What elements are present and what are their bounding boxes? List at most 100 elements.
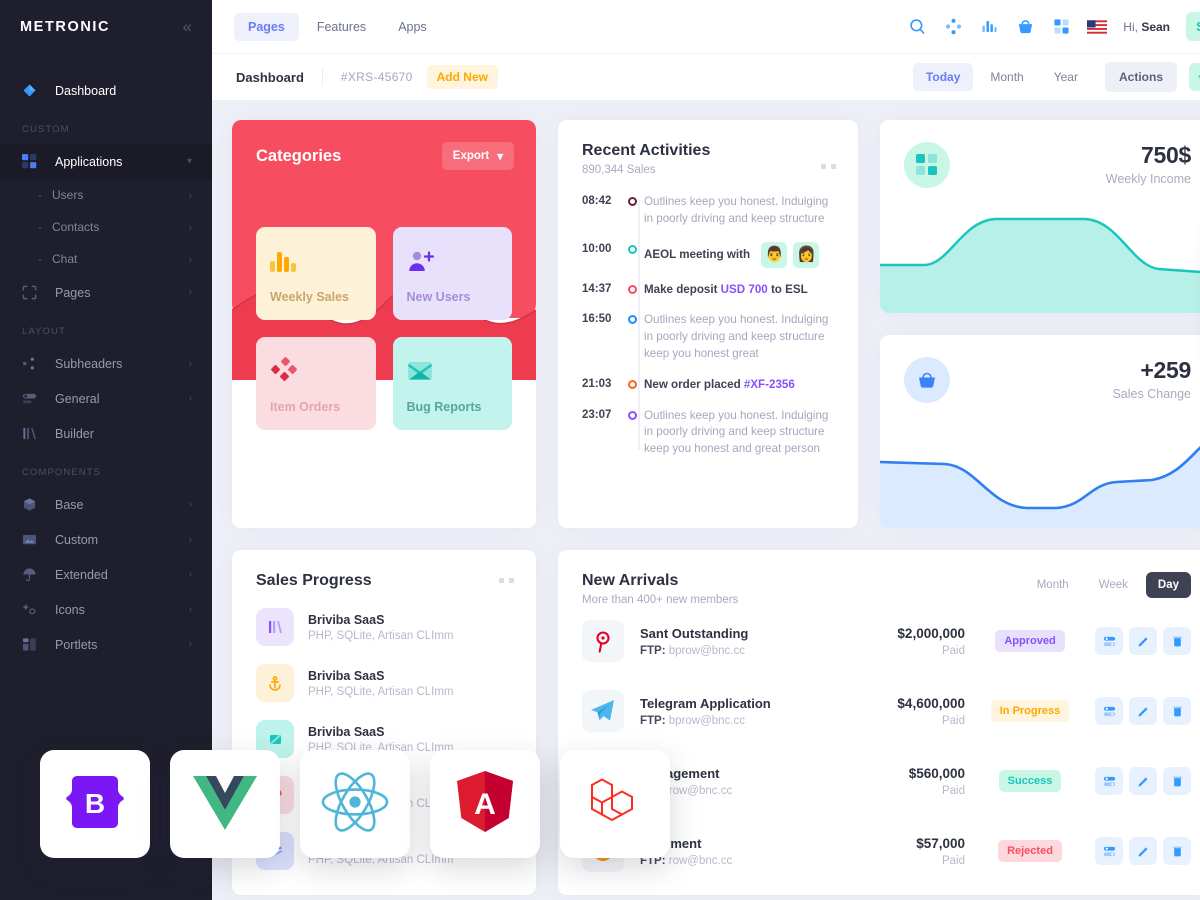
- toggle-day[interactable]: Day: [1145, 572, 1191, 598]
- react-logo-card[interactable]: [300, 750, 410, 858]
- actions-button[interactable]: Actions: [1104, 62, 1177, 92]
- bars-icon: [256, 608, 294, 646]
- sidebar-item-chat[interactable]: - Chat ›: [0, 243, 212, 275]
- new-arrivals-header: New Arrivals More than 400+ new members …: [582, 572, 1191, 606]
- sidebar-item-users[interactable]: - Users ›: [0, 179, 212, 211]
- table-row[interactable]: Sant Outstanding FTP: bprow@bnc.cc $2,00…: [582, 606, 1191, 676]
- settings-list-icon[interactable]: [1095, 627, 1123, 655]
- frame-icon: [22, 284, 44, 302]
- sidebar-item-icons[interactable]: Icons ›: [0, 592, 212, 627]
- pinterest-icon: [582, 620, 624, 662]
- toggle-week[interactable]: Week: [1087, 572, 1140, 598]
- avatar[interactable]: S: [1186, 12, 1200, 41]
- sidebar-item-pages[interactable]: Pages ›: [0, 275, 212, 310]
- toggle-month[interactable]: Month: [1025, 572, 1081, 598]
- tile-new-users[interactable]: New Users: [392, 227, 512, 320]
- tile-item-orders[interactable]: Item Orders: [256, 337, 376, 430]
- sidebar-item-applications[interactable]: Applications ▾: [0, 144, 212, 179]
- list-item-name: Briviba SaaS: [308, 724, 385, 739]
- sidebar-item-general[interactable]: General ›: [0, 381, 212, 416]
- sidebar-item-custom[interactable]: Custom ›: [0, 522, 212, 557]
- tile-bug-reports[interactable]: Bug Reports: [392, 337, 512, 430]
- bar-chart-icon[interactable]: [979, 17, 999, 37]
- row-email: FTP: row@bnc.cc: [640, 784, 733, 797]
- sidebar-item-dashboard[interactable]: Dashboard: [0, 73, 212, 108]
- sales-change-chart: [880, 446, 1200, 528]
- vue-logo-card[interactable]: [170, 750, 280, 858]
- stat-value: 750$: [1141, 142, 1191, 168]
- chevron-right-icon: ›: [188, 604, 192, 615]
- grid-icon[interactable]: [1051, 17, 1071, 37]
- sidebar-item-portlets[interactable]: Portlets ›: [0, 627, 212, 662]
- layout-icon: [22, 636, 44, 654]
- edit-icon[interactable]: [1129, 837, 1157, 865]
- sidebar-subitem-label: Users: [52, 188, 84, 202]
- row-name: nagement: [640, 835, 702, 851]
- delete-icon[interactable]: [1163, 627, 1191, 655]
- flag-us-icon[interactable]: [1087, 17, 1108, 37]
- bar-chart-icon: [270, 243, 362, 273]
- delete-icon[interactable]: [1163, 697, 1191, 725]
- segment-year[interactable]: Year: [1041, 63, 1091, 91]
- sales-progress-title: Sales Progress: [256, 572, 372, 589]
- add-new-button[interactable]: Add New: [426, 65, 498, 89]
- new-arrivals-title: New Arrivals: [582, 572, 679, 589]
- settings-list-icon[interactable]: [1095, 767, 1123, 795]
- chevron-right-icon: ›: [188, 358, 192, 369]
- bootstrap-logo-card[interactable]: B: [40, 750, 150, 858]
- edit-icon[interactable]: [1129, 627, 1157, 655]
- status-badge: Approved: [995, 630, 1065, 652]
- list-item[interactable]: Briviba SaaS PHP, SQLite, Artisan CLImm: [256, 664, 514, 702]
- delete-icon[interactable]: [1163, 767, 1191, 795]
- sidebar-nav: Dashboard CUSTOM Applications ▾ - Users …: [0, 53, 212, 662]
- sidebar-item-builder[interactable]: Builder: [0, 416, 212, 451]
- user-plus-icon: [407, 243, 499, 273]
- row-actions: [1095, 627, 1191, 655]
- tab-apps[interactable]: Apps: [384, 13, 441, 41]
- status-badge: Rejected: [998, 840, 1062, 862]
- list-item[interactable]: Briviba SaaS PHP, SQLite, Artisan CLImm: [256, 608, 514, 646]
- settings-list-icon[interactable]: [1095, 837, 1123, 865]
- timeline-text: Outlines keep you honest. Indulging in p…: [644, 313, 829, 360]
- edit-icon[interactable]: [1129, 697, 1157, 725]
- angular-logo-card[interactable]: A: [430, 750, 540, 858]
- tile-label: New Users: [406, 290, 471, 304]
- vue-logo: [193, 774, 257, 835]
- export-button[interactable]: Export ▾: [441, 142, 514, 170]
- recent-activities-card: Recent Activities 890,344 Sales 08:42 Ou…: [558, 120, 858, 528]
- weekly-income-chart: [880, 217, 1200, 313]
- segment-today[interactable]: Today: [912, 63, 974, 91]
- topbar-tabs: Pages Features Apps: [234, 12, 441, 41]
- tab-features[interactable]: Features: [303, 13, 380, 41]
- table-cell-status: Success: [965, 770, 1095, 792]
- categories-card: Categories Export ▾ Weekly Sales New Use…: [232, 120, 536, 528]
- chevron-double-left-icon[interactable]: «: [183, 18, 192, 35]
- table-row[interactable]: Telegram Application FTP: bprow@bnc.cc $…: [582, 676, 1191, 746]
- table-row[interactable]: B nagement FTP: row@bnc.cc $57,000 Paid: [582, 816, 1191, 886]
- settings-list-icon[interactable]: [1095, 697, 1123, 725]
- basket-icon[interactable]: [1015, 17, 1035, 37]
- avatar[interactable]: 👨: [761, 241, 788, 268]
- timeline-bullet: [620, 377, 644, 394]
- share-icon[interactable]: [943, 17, 963, 37]
- laravel-logo-card[interactable]: [560, 750, 670, 858]
- table-row[interactable]: Management FTP: row@bnc.cc $560,000 Paid…: [582, 746, 1191, 816]
- timeline-item: 23:07 Outlines keep you honest. Indulgin…: [582, 408, 836, 458]
- sidebar-item-label: Applications: [55, 154, 123, 169]
- delete-icon[interactable]: [1163, 837, 1191, 865]
- avatar[interactable]: 👩: [793, 241, 820, 268]
- sidebar-item-contacts[interactable]: - Contacts ›: [0, 211, 212, 243]
- sidebar-item-label: Dashboard: [55, 83, 117, 98]
- dots-icon[interactable]: [499, 578, 514, 583]
- sidebar-item-extended[interactable]: Extended ›: [0, 557, 212, 592]
- plus-icon[interactable]: +: [1189, 63, 1200, 91]
- sidebar-item-base[interactable]: Base ›: [0, 487, 212, 522]
- segment-month[interactable]: Month: [977, 63, 1036, 91]
- sidebar-item-subheaders[interactable]: Subheaders ›: [0, 346, 212, 381]
- search-icon[interactable]: [907, 17, 927, 37]
- tile-weekly-sales[interactable]: Weekly Sales: [256, 227, 376, 320]
- dots-icon[interactable]: [821, 164, 836, 169]
- stats-column: 750$ Weekly Income +259 Sales Change: [880, 120, 1200, 528]
- tab-pages[interactable]: Pages: [234, 12, 299, 41]
- edit-icon[interactable]: [1129, 767, 1157, 795]
